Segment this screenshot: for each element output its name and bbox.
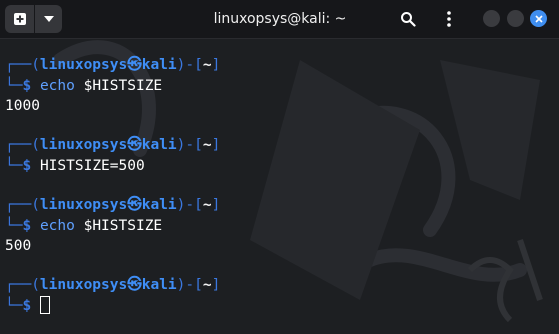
prompt-frame: ] xyxy=(211,57,221,73)
command-line: └─$ echo $HISTSIZE xyxy=(5,76,162,96)
prompt-cwd: ~ xyxy=(202,197,212,213)
kebab-menu-icon xyxy=(447,11,451,27)
command-args: $HISTSIZE xyxy=(74,78,163,94)
prompt-line: ┌──(linuxopsys㉿kali)-[~] xyxy=(5,195,220,215)
prompt-frame: )-[ xyxy=(176,137,203,153)
prompt-frame: ┌──( xyxy=(5,277,40,293)
new-tab-button[interactable] xyxy=(5,5,34,33)
text-cursor xyxy=(39,296,50,314)
prompt-dollar: $ xyxy=(22,218,32,234)
menu-button[interactable] xyxy=(436,6,462,32)
prompt-frame: ┌──( xyxy=(5,197,40,213)
prompt-frame: ┌──( xyxy=(5,57,40,73)
prompt-frame: ┌──( xyxy=(5,137,40,153)
prompt-user-host: linuxopsys㉿kali xyxy=(39,57,177,73)
prompt-frame: ] xyxy=(211,277,221,293)
search-button[interactable] xyxy=(395,6,421,32)
prompt-dollar: $ xyxy=(22,158,32,174)
terminal-window: linuxopsys@kali: ~ ┌──(linuxopsys㉿kali)-… xyxy=(0,0,559,334)
prompt-frame: )-[ xyxy=(176,197,203,213)
new-tab-icon xyxy=(13,13,26,25)
close-button[interactable] xyxy=(530,10,547,27)
command-args: $HISTSIZE xyxy=(74,218,163,234)
prompt-line: ┌──(linuxopsys㉿kali)-[~] xyxy=(5,275,220,295)
close-icon xyxy=(534,14,543,23)
prompt-user-host: linuxopsys㉿kali xyxy=(39,197,177,213)
prompt-frame: └─ xyxy=(5,78,23,94)
prompt-user-host: linuxopsys㉿kali xyxy=(39,137,177,153)
prompt-line: ┌──(linuxopsys㉿kali)-[~] xyxy=(5,55,220,75)
window-title: linuxopsys@kali: ~ xyxy=(213,11,347,27)
command-line: └─$ echo $HISTSIZE xyxy=(5,216,162,236)
command-name: echo xyxy=(39,218,75,234)
maximize-button[interactable] xyxy=(507,10,524,27)
prompt-frame: ] xyxy=(211,137,221,153)
search-icon xyxy=(401,12,416,27)
minimize-button[interactable] xyxy=(483,10,500,27)
prompt-frame: )-[ xyxy=(176,277,203,293)
prompt-frame: ] xyxy=(211,197,221,213)
prompt-frame: └─ xyxy=(5,158,23,174)
command-line: └─$ HISTSIZE=500 xyxy=(5,156,145,176)
command-output: 500 xyxy=(5,238,32,254)
active-command-line[interactable]: └─$ xyxy=(5,296,50,316)
prompt-frame: └─ xyxy=(5,218,23,234)
command-output: 1000 xyxy=(5,98,40,114)
prompt-cwd: ~ xyxy=(202,277,212,293)
terminal-output-area[interactable]: ┌──(linuxopsys㉿kali)-[~] └─$ echo $HISTS… xyxy=(0,38,559,334)
command-args: HISTSIZE=500 xyxy=(39,158,145,174)
title-bar: linuxopsys@kali: ~ xyxy=(0,0,559,39)
prompt-dollar: $ xyxy=(22,78,32,94)
prompt-cwd: ~ xyxy=(202,137,212,153)
command-name: echo xyxy=(39,78,75,94)
chevron-down-icon xyxy=(43,16,54,22)
prompt-user-host: linuxopsys㉿kali xyxy=(39,277,177,293)
prompt-frame: )-[ xyxy=(176,57,203,73)
prompt-frame: └─ xyxy=(5,298,23,314)
prompt-dollar: $ xyxy=(22,298,32,314)
tab-menu-button[interactable] xyxy=(35,5,62,33)
prompt-line: ┌──(linuxopsys㉿kali)-[~] xyxy=(5,135,220,155)
prompt-cwd: ~ xyxy=(202,57,212,73)
